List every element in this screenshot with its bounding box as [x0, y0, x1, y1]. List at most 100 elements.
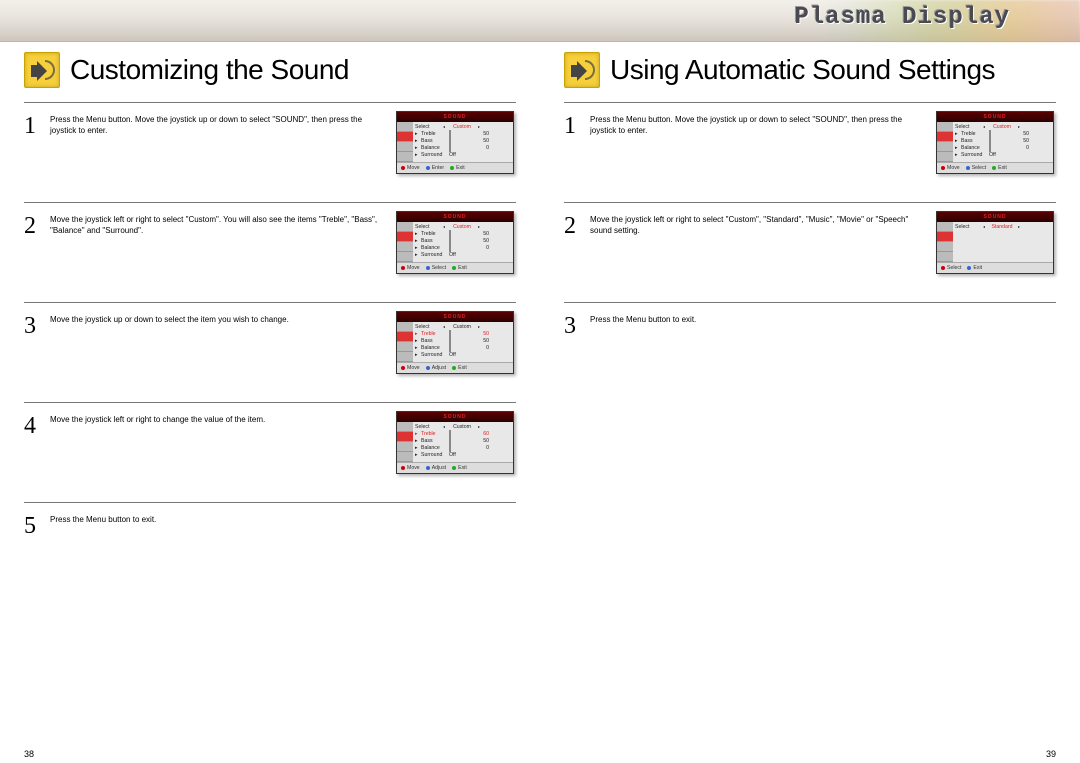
osd-row-value: [449, 131, 477, 137]
title-right: Using Automatic Sound Settings: [610, 54, 995, 86]
osd-footer-item: Select: [941, 265, 961, 271]
step-text: Move the joystick left or right to selec…: [50, 211, 396, 237]
header-right: Using Automatic Sound Settings: [564, 52, 1056, 102]
chevron-left-icon: ◂: [983, 224, 986, 229]
osd-row-num: 50: [479, 438, 489, 444]
osd-footer-item: Move: [941, 165, 960, 171]
step: 3 Press the Menu button to exit.: [564, 302, 1056, 348]
bullet-icon: ▸: [415, 438, 419, 444]
step-number: 4: [24, 411, 50, 440]
osd-row-label: Treble: [961, 131, 987, 137]
osd-row-value: Off: [449, 452, 477, 458]
header-left: Customizing the Sound: [24, 52, 516, 102]
osd-row-label: Select: [415, 324, 441, 330]
osd-title: SOUND: [397, 412, 513, 422]
chevron-right-icon: ▸: [1018, 124, 1021, 129]
osd-row-num: 0: [479, 245, 489, 251]
osd-row-num: 50: [1019, 138, 1029, 144]
page-left: Customizing the Sound 1 Press the Menu b…: [0, 42, 540, 763]
osd-screenshot: SOUND Select ◂ Custom ▸ ▸ Treble 60 ▸ Ba…: [396, 411, 514, 474]
osd-row-num: 50: [479, 238, 489, 244]
osd-row-label: Surround: [421, 252, 447, 258]
osd-sidebar: [937, 122, 953, 162]
step-figure: SOUND Select ◂ Custom ▸ ▸ Treble 50 ▸ Ba…: [396, 211, 516, 274]
steps-left: 1 Press the Menu button. Move the joysti…: [24, 102, 516, 548]
osd-row: Select ◂ Custom ▸: [415, 323, 511, 330]
bullet-icon: ▸: [415, 331, 419, 337]
osd-footer-item: Exit: [452, 465, 467, 471]
osd-body: Select ◂ Standard ▸: [937, 222, 1053, 262]
osd-row: Select ◂ Custom ▸: [415, 223, 511, 230]
osd-list: Select ◂ Custom ▸ ▸ Treble 60 ▸ Bass 50 …: [413, 422, 513, 462]
osd-footer: MoveSelectExit: [397, 262, 513, 273]
brand-label: Plasma Display: [794, 4, 1010, 31]
osd-row-label: Treble: [421, 431, 447, 437]
step-figure: SOUND Select ◂ Custom ▸ ▸ Treble 50 ▸ Ba…: [936, 111, 1056, 174]
osd-row: Select ◂ Standard ▸: [955, 223, 1051, 230]
title-left: Customizing the Sound: [70, 54, 349, 86]
osd-list: Select ◂ Custom ▸ ▸ Treble 50 ▸ Bass 50 …: [413, 122, 513, 162]
osd-row: ▸ Treble 50: [415, 130, 511, 137]
osd-footer-item: Exit: [992, 165, 1007, 171]
osd-footer-item: Exit: [450, 165, 465, 171]
osd-row-value: Custom: [448, 224, 476, 230]
osd-row-value: [449, 231, 477, 237]
osd-row-num: 50: [479, 231, 489, 237]
bullet-icon: ▸: [955, 138, 959, 144]
osd-row: ▸ Treble 50: [415, 230, 511, 237]
osd-row: ▸ Surround Off: [955, 151, 1051, 158]
osd-row-value: Custom: [448, 124, 476, 130]
chevron-right-icon: ▸: [1018, 224, 1021, 229]
step: 5 Press the Menu button to exit.: [24, 502, 516, 548]
osd-list: Select ◂ Custom ▸ ▸ Treble 50 ▸ Bass 50 …: [413, 222, 513, 262]
osd-row: ▸ Surround Off: [415, 351, 511, 358]
step: 4 Move the joystick left or right to cha…: [24, 402, 516, 502]
osd-row: ▸ Balance 0: [415, 344, 511, 351]
osd-row-label: Bass: [961, 138, 987, 144]
osd-row: ▸ Balance 0: [415, 244, 511, 251]
osd-row-label: Treble: [421, 131, 447, 137]
osd-row-num: 0: [479, 445, 489, 451]
osd-row: ▸ Bass 50: [415, 137, 511, 144]
osd-footer-item: Exit: [452, 365, 467, 371]
osd-row-label: Balance: [421, 445, 447, 451]
osd-row-value: [449, 445, 477, 451]
osd-row-num: 50: [479, 138, 489, 144]
content: Customizing the Sound 1 Press the Menu b…: [0, 42, 1080, 763]
osd-row-value: [449, 145, 477, 151]
bullet-icon: ▸: [415, 152, 419, 158]
osd-row-value: [449, 238, 477, 244]
osd-row-label: Balance: [961, 145, 987, 151]
step-text: Press the Menu button. Move the joystick…: [590, 111, 936, 137]
osd-title: SOUND: [397, 312, 513, 322]
bullet-icon: ▸: [415, 431, 419, 437]
step-number: 3: [24, 311, 50, 340]
osd-body: Select ◂ Custom ▸ ▸ Treble 50 ▸ Bass 50 …: [937, 122, 1053, 162]
osd-footer-item: Select: [426, 265, 446, 271]
step-figure: SOUND Select ◂ Standard ▸ SelectExit: [936, 211, 1056, 274]
osd-sidebar: [937, 222, 953, 262]
chevron-right-icon: ▸: [478, 224, 481, 229]
osd-row: ▸ Bass 50: [955, 137, 1051, 144]
bullet-icon: ▸: [415, 238, 419, 244]
bullet-icon: ▸: [415, 338, 419, 344]
bullet-icon: ▸: [415, 131, 419, 137]
osd-footer: MoveEnterExit: [397, 162, 513, 173]
speaker-icon: [564, 52, 600, 88]
step-text: Press the Menu button to exit.: [50, 511, 396, 526]
bullet-icon: ▸: [415, 138, 419, 144]
osd-row-label: Bass: [421, 238, 447, 244]
bullet-icon: ▸: [415, 352, 419, 358]
chevron-right-icon: ▸: [478, 424, 481, 429]
osd-row: ▸ Balance 0: [415, 444, 511, 451]
step-figure: SOUND Select ◂ Custom ▸ ▸ Treble 60 ▸ Ba…: [396, 411, 516, 474]
bullet-icon: ▸: [415, 345, 419, 351]
osd-row-label: Select: [415, 124, 441, 130]
osd-title: SOUND: [397, 112, 513, 122]
osd-row-value: [449, 345, 477, 351]
bullet-icon: ▸: [955, 131, 959, 137]
osd-row-label: Select: [415, 424, 441, 430]
osd-footer-item: Move: [401, 365, 420, 371]
step-number: 2: [24, 211, 50, 240]
osd-row-label: Treble: [421, 231, 447, 237]
